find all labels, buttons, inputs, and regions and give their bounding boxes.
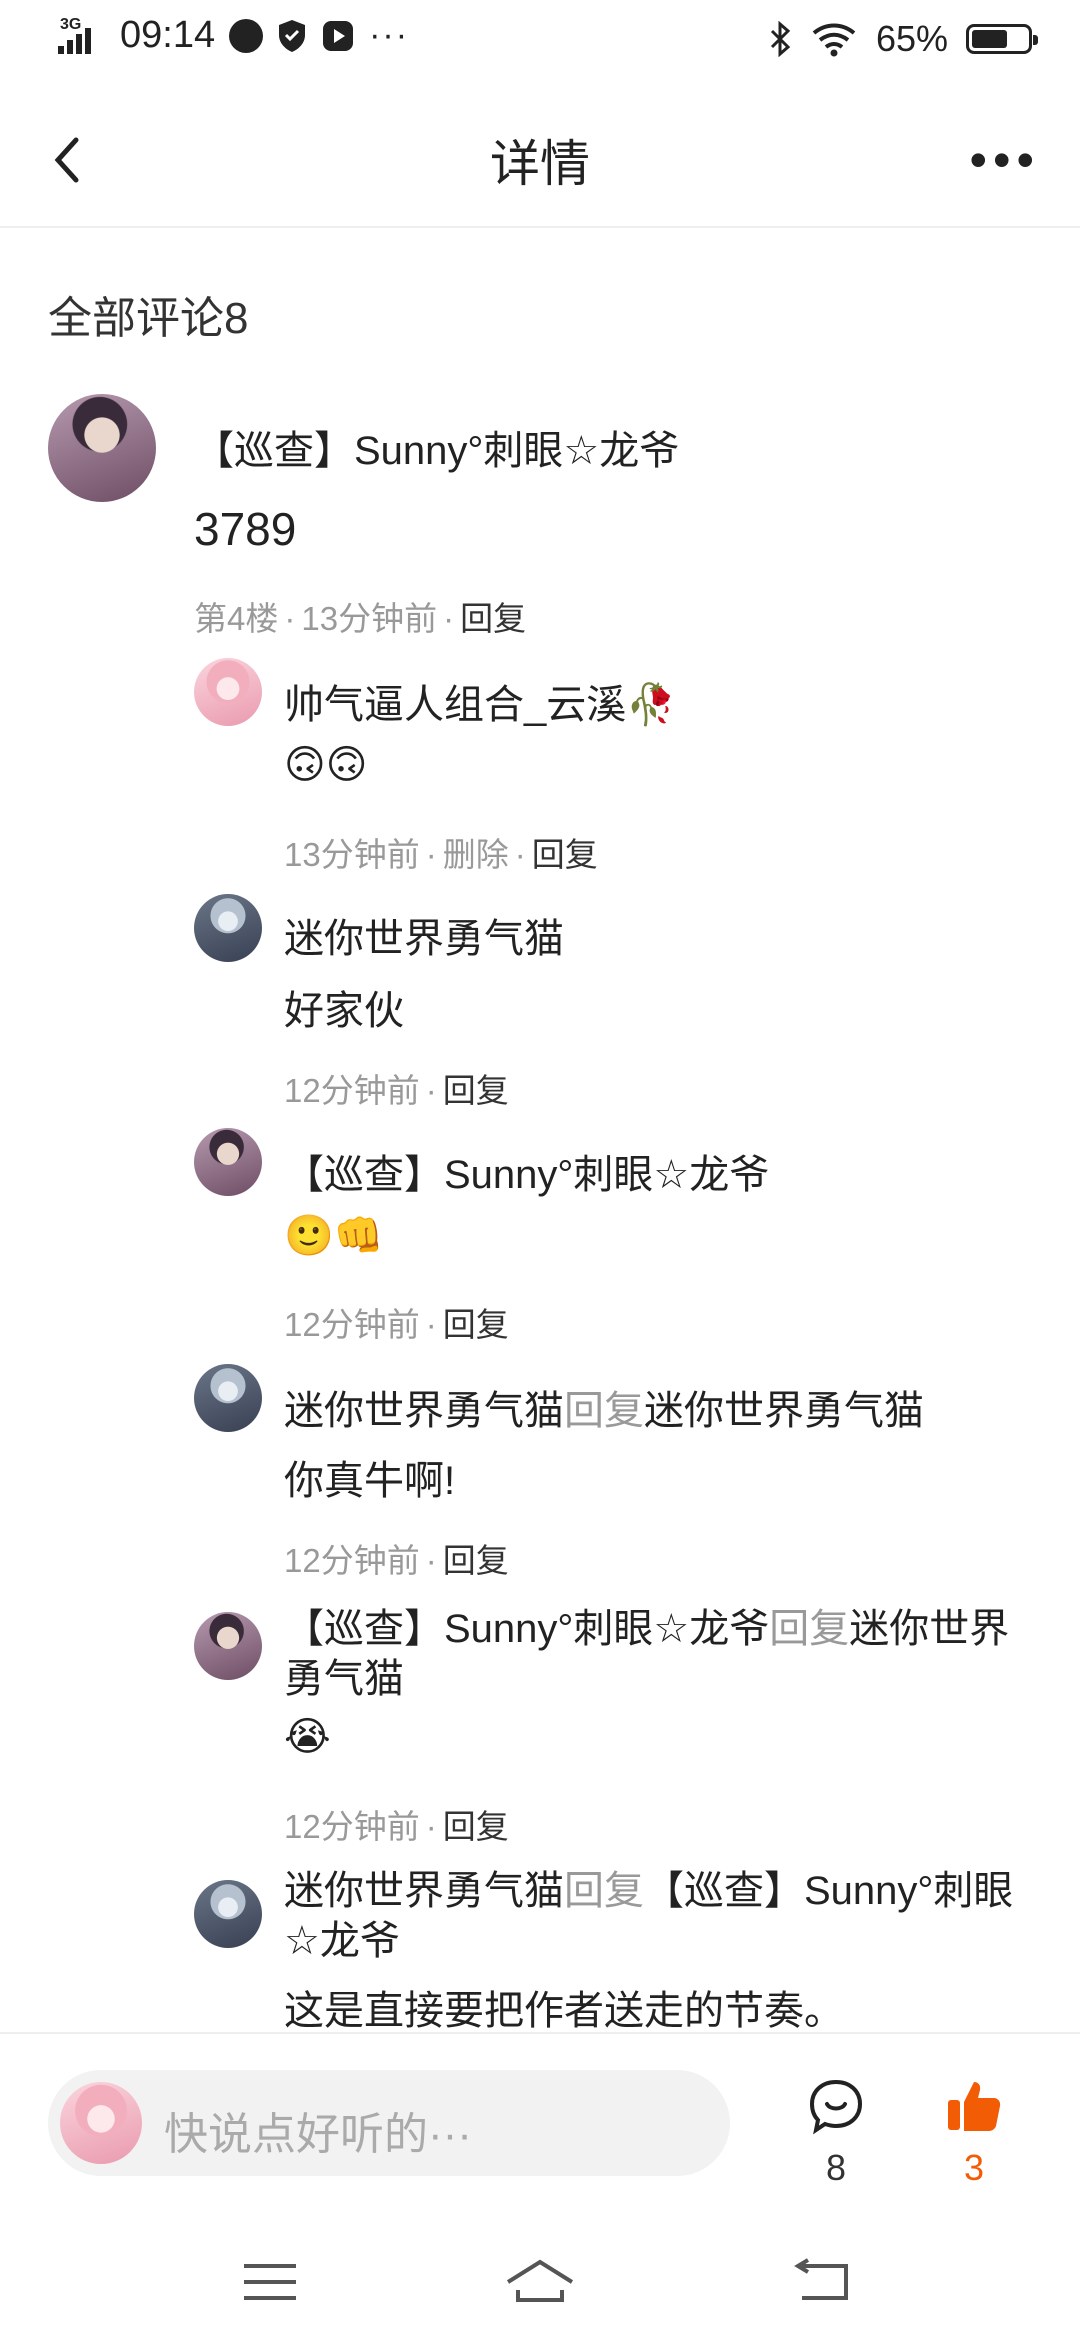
comment-input[interactable]: 快说点好听的··· xyxy=(48,2070,730,2176)
comment-time: 13分钟前 xyxy=(301,600,438,637)
reply-time: 12分钟前 xyxy=(284,1072,420,1109)
status-time: 09:14 xyxy=(120,14,216,56)
reply-meta: 12分钟前 · 回复 xyxy=(284,1542,509,1579)
avatar[interactable] xyxy=(194,1364,262,1432)
menu-icon[interactable] xyxy=(230,2252,310,2312)
reply-meta: 12分钟前 · 回复 xyxy=(284,1072,509,1109)
media-icon xyxy=(323,20,354,51)
reply-author[interactable]: 迷你世界勇气猫 xyxy=(284,906,564,964)
home-icon[interactable] xyxy=(500,2252,580,2312)
comment-count: 8 xyxy=(825,2147,847,2188)
floor-label: 第4楼 xyxy=(194,600,279,637)
wifi-icon xyxy=(812,23,856,57)
reply-button[interactable]: 回复 xyxy=(443,1808,509,1845)
reply-text: 这是直接要把作者送走的节奏。 xyxy=(284,1989,844,2033)
avatar[interactable] xyxy=(194,1612,262,1680)
bluetooth-icon xyxy=(770,21,791,57)
like-count: 3 xyxy=(963,2147,985,2188)
delete-button[interactable]: 删除 xyxy=(443,836,509,873)
reply-meta: 12分钟前 · 回复 xyxy=(284,1808,509,1845)
reply-button[interactable]: 回复 xyxy=(443,1072,509,1109)
reply-time: 13分钟前 xyxy=(284,836,420,873)
reply-text: 🙃🙃 xyxy=(284,743,368,787)
comments-header: 全部评论8 xyxy=(48,294,249,343)
avatar[interactable] xyxy=(194,1128,262,1196)
avatar[interactable] xyxy=(194,894,262,962)
avatar[interactable] xyxy=(194,1880,262,1948)
reply-time: 12分钟前 xyxy=(284,1306,420,1343)
reply-author[interactable]: 迷你世界勇气猫 xyxy=(284,1869,564,1913)
navbar: 详情 ••• xyxy=(0,84,1080,228)
reply-to-label: 回复 xyxy=(769,1607,850,1651)
like-button[interactable]: 3 xyxy=(924,2076,1024,2189)
reply-to-label: 回复 xyxy=(564,1389,644,1433)
comments-button[interactable]: 8 xyxy=(786,2076,886,2189)
status-more-icon: ··· xyxy=(369,16,410,54)
comment-bar: 快说点好听的··· 8 3 xyxy=(0,2032,1080,2214)
battery-percent: 65% xyxy=(875,18,948,59)
reply-button[interactable]: 回复 xyxy=(460,600,526,637)
page-title: 详情 xyxy=(490,136,590,192)
status-bar: 3G 09:14 ··· 65% xyxy=(0,0,1080,84)
reply-text: 好家伙 xyxy=(284,989,404,1033)
reply-time: 12分钟前 xyxy=(284,1542,420,1579)
reply-button[interactable]: 回复 xyxy=(443,1542,509,1579)
reply-header: 迷你世界勇气猫回复迷你世界勇气猫 xyxy=(284,1378,924,1436)
shield-icon xyxy=(279,19,306,52)
reply-author[interactable]: 【巡查】Sunny°刺眼☆龙爷 xyxy=(284,1142,769,1200)
reply-text: 你真牛啊! xyxy=(284,1459,456,1503)
avatar[interactable] xyxy=(194,658,262,726)
speed-icon xyxy=(229,18,264,53)
reply-header: 迷你世界勇气猫回复【巡查】Sunny°刺眼☆龙爷 xyxy=(284,1866,1024,1966)
reply-button[interactable]: 回复 xyxy=(532,836,598,873)
reply-text: 😭 xyxy=(284,1715,331,1759)
comment-meta: 第4楼 · 13分钟前 · 回复 xyxy=(194,600,527,637)
reply-meta: 12分钟前 · 回复 xyxy=(284,1306,509,1343)
my-avatar xyxy=(60,2082,142,2164)
reply-author[interactable]: 【巡查】Sunny°刺眼☆龙爷 xyxy=(284,1607,769,1651)
thumbs-up-icon xyxy=(948,2082,1001,2131)
reply-meta: 13分钟前 · 删除 · 回复 xyxy=(284,836,598,873)
reply-button[interactable]: 回复 xyxy=(443,1306,509,1343)
reply-header: 【巡查】Sunny°刺眼☆龙爷回复迷你世界勇气猫 xyxy=(284,1604,1024,1704)
comment-text: 3789 xyxy=(194,503,297,555)
reply-text: 🙂👊 xyxy=(284,1214,384,1258)
signal-icon: 3G xyxy=(58,16,106,56)
avatar[interactable] xyxy=(48,394,156,502)
system-nav-bar xyxy=(0,2212,1080,2340)
reply-author[interactable]: 帅气逼人组合_云溪🥀 xyxy=(284,672,676,730)
reply-target[interactable]: 迷你世界勇气猫 xyxy=(644,1389,924,1433)
reply-to-label: 回复 xyxy=(564,1869,644,1913)
reply-time: 12分钟前 xyxy=(284,1808,420,1845)
more-options-icon[interactable]: ••• xyxy=(969,135,1040,185)
comment-bubble-icon xyxy=(809,2079,863,2135)
reply-author[interactable]: 迷你世界勇气猫 xyxy=(284,1389,564,1433)
battery-icon xyxy=(966,24,1038,54)
back-nav-icon[interactable] xyxy=(782,2252,862,2312)
comment-author[interactable]: 【巡查】Sunny°刺眼☆龙爷 xyxy=(194,418,679,476)
comment-input-placeholder: 快说点好听的··· xyxy=(164,2110,472,2159)
